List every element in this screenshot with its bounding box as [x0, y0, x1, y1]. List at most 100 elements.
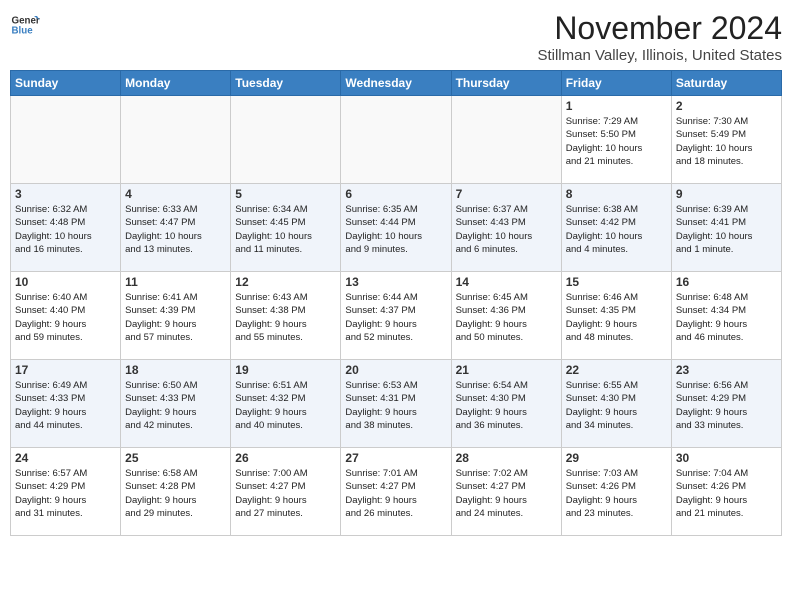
day-info: Sunrise: 6:39 AM Sunset: 4:41 PM Dayligh…: [676, 203, 777, 256]
calendar-cell: 22 Sunrise: 6:55 AM Sunset: 4:30 PM Dayli…: [561, 360, 671, 448]
calendar-cell: 11 Sunrise: 6:41 AM Sunset: 4:39 PM Dayli…: [121, 272, 231, 360]
day-number: 12: [235, 275, 336, 289]
day-number: 17: [15, 363, 116, 377]
day-number: 21: [456, 363, 557, 377]
title-area: November 2024 Stillman Valley, Illinois,…: [537, 10, 782, 64]
svg-text:Blue: Blue: [12, 25, 34, 36]
calendar-cell: 14 Sunrise: 6:45 AM Sunset: 4:36 PM Dayli…: [451, 272, 561, 360]
day-number: 9: [676, 187, 777, 201]
day-info: Sunrise: 7:29 AM Sunset: 5:50 PM Dayligh…: [566, 115, 667, 168]
day-number: 10: [15, 275, 116, 289]
calendar-cell: 9 Sunrise: 6:39 AM Sunset: 4:41 PM Daylig…: [671, 184, 781, 272]
logo-icon: General Blue: [10, 10, 40, 40]
col-header-saturday: Saturday: [671, 71, 781, 96]
col-header-thursday: Thursday: [451, 71, 561, 96]
day-number: 24: [15, 451, 116, 465]
calendar-cell: 21 Sunrise: 6:54 AM Sunset: 4:30 PM Dayli…: [451, 360, 561, 448]
day-info: Sunrise: 6:32 AM Sunset: 4:48 PM Dayligh…: [15, 203, 116, 256]
day-info: Sunrise: 6:33 AM Sunset: 4:47 PM Dayligh…: [125, 203, 226, 256]
day-number: 16: [676, 275, 777, 289]
day-info: Sunrise: 6:41 AM Sunset: 4:39 PM Dayligh…: [125, 291, 226, 344]
calendar-cell: 27 Sunrise: 7:01 AM Sunset: 4:27 PM Dayli…: [341, 448, 451, 536]
calendar-cell: [451, 96, 561, 184]
day-number: 1: [566, 99, 667, 113]
day-number: 4: [125, 187, 226, 201]
calendar-cell: [121, 96, 231, 184]
calendar-cell: 24 Sunrise: 6:57 AM Sunset: 4:29 PM Dayli…: [11, 448, 121, 536]
day-number: 26: [235, 451, 336, 465]
calendar-cell: 10 Sunrise: 6:40 AM Sunset: 4:40 PM Dayli…: [11, 272, 121, 360]
day-number: 23: [676, 363, 777, 377]
day-info: Sunrise: 6:58 AM Sunset: 4:28 PM Dayligh…: [125, 467, 226, 520]
month-title: November 2024: [537, 10, 782, 47]
day-info: Sunrise: 6:48 AM Sunset: 4:34 PM Dayligh…: [676, 291, 777, 344]
day-info: Sunrise: 6:56 AM Sunset: 4:29 PM Dayligh…: [676, 379, 777, 432]
calendar-cell: [341, 96, 451, 184]
day-info: Sunrise: 6:51 AM Sunset: 4:32 PM Dayligh…: [235, 379, 336, 432]
calendar-cell: 1 Sunrise: 7:29 AM Sunset: 5:50 PM Daylig…: [561, 96, 671, 184]
day-info: Sunrise: 6:49 AM Sunset: 4:33 PM Dayligh…: [15, 379, 116, 432]
day-number: 7: [456, 187, 557, 201]
calendar-cell: 2Sunrise: 7:30 AM Sunset: 5:49 PM Daylig…: [671, 96, 781, 184]
day-number: 28: [456, 451, 557, 465]
day-info: Sunrise: 6:38 AM Sunset: 4:42 PM Dayligh…: [566, 203, 667, 256]
logo: General Blue: [10, 10, 40, 40]
calendar-cell: 7 Sunrise: 6:37 AM Sunset: 4:43 PM Daylig…: [451, 184, 561, 272]
day-number: 19: [235, 363, 336, 377]
calendar-cell: [11, 96, 121, 184]
calendar-cell: 6 Sunrise: 6:35 AM Sunset: 4:44 PM Daylig…: [341, 184, 451, 272]
day-number: 3: [15, 187, 116, 201]
day-number: 5: [235, 187, 336, 201]
day-info: Sunrise: 7:04 AM Sunset: 4:26 PM Dayligh…: [676, 467, 777, 520]
calendar-cell: 26 Sunrise: 7:00 AM Sunset: 4:27 PM Dayli…: [231, 448, 341, 536]
col-header-friday: Friday: [561, 71, 671, 96]
day-info: Sunrise: 6:37 AM Sunset: 4:43 PM Dayligh…: [456, 203, 557, 256]
col-header-wednesday: Wednesday: [341, 71, 451, 96]
calendar-cell: 13Sunrise: 6:44 AM Sunset: 4:37 PM Dayli…: [341, 272, 451, 360]
day-info: Sunrise: 6:43 AM Sunset: 4:38 PM Dayligh…: [235, 291, 336, 344]
day-info: Sunrise: 7:30 AM Sunset: 5:49 PM Dayligh…: [676, 115, 777, 168]
day-info: Sunrise: 7:01 AM Sunset: 4:27 PM Dayligh…: [345, 467, 446, 520]
day-info: Sunrise: 6:46 AM Sunset: 4:35 PM Dayligh…: [566, 291, 667, 344]
calendar-cell: 15Sunrise: 6:46 AM Sunset: 4:35 PM Dayli…: [561, 272, 671, 360]
calendar-cell: 29Sunrise: 7:03 AM Sunset: 4:26 PM Dayli…: [561, 448, 671, 536]
col-header-sunday: Sunday: [11, 71, 121, 96]
calendar-cell: 20Sunrise: 6:53 AM Sunset: 4:31 PM Dayli…: [341, 360, 451, 448]
day-number: 11: [125, 275, 226, 289]
col-header-monday: Monday: [121, 71, 231, 96]
day-info: Sunrise: 6:54 AM Sunset: 4:30 PM Dayligh…: [456, 379, 557, 432]
day-number: 29: [566, 451, 667, 465]
day-info: Sunrise: 7:02 AM Sunset: 4:27 PM Dayligh…: [456, 467, 557, 520]
day-info: Sunrise: 6:57 AM Sunset: 4:29 PM Dayligh…: [15, 467, 116, 520]
day-info: Sunrise: 6:40 AM Sunset: 4:40 PM Dayligh…: [15, 291, 116, 344]
calendar-cell: 5Sunrise: 6:34 AM Sunset: 4:45 PM Daylig…: [231, 184, 341, 272]
day-info: Sunrise: 6:50 AM Sunset: 4:33 PM Dayligh…: [125, 379, 226, 432]
calendar-cell: 16 Sunrise: 6:48 AM Sunset: 4:34 PM Dayli…: [671, 272, 781, 360]
header: General Blue November 2024 Stillman Vall…: [10, 10, 782, 64]
day-info: Sunrise: 6:44 AM Sunset: 4:37 PM Dayligh…: [345, 291, 446, 344]
calendar-cell: 23 Sunrise: 6:56 AM Sunset: 4:29 PM Dayli…: [671, 360, 781, 448]
day-info: Sunrise: 6:35 AM Sunset: 4:44 PM Dayligh…: [345, 203, 446, 256]
calendar-cell: 28 Sunrise: 7:02 AM Sunset: 4:27 PM Dayli…: [451, 448, 561, 536]
day-number: 6: [345, 187, 446, 201]
calendar-cell: 8 Sunrise: 6:38 AM Sunset: 4:42 PM Daylig…: [561, 184, 671, 272]
day-number: 20: [345, 363, 446, 377]
day-number: 27: [345, 451, 446, 465]
day-number: 25: [125, 451, 226, 465]
day-number: 14: [456, 275, 557, 289]
day-info: Sunrise: 7:00 AM Sunset: 4:27 PM Dayligh…: [235, 467, 336, 520]
calendar-cell: 25 Sunrise: 6:58 AM Sunset: 4:28 PM Dayli…: [121, 448, 231, 536]
day-number: 8: [566, 187, 667, 201]
calendar-cell: 17 Sunrise: 6:49 AM Sunset: 4:33 PM Dayli…: [11, 360, 121, 448]
calendar-cell: [231, 96, 341, 184]
day-number: 30: [676, 451, 777, 465]
day-info: Sunrise: 6:55 AM Sunset: 4:30 PM Dayligh…: [566, 379, 667, 432]
day-number: 22: [566, 363, 667, 377]
day-info: Sunrise: 6:45 AM Sunset: 4:36 PM Dayligh…: [456, 291, 557, 344]
calendar-cell: 12 Sunrise: 6:43 AM Sunset: 4:38 PM Dayli…: [231, 272, 341, 360]
calendar-cell: 30 Sunrise: 7:04 AM Sunset: 4:26 PM Dayli…: [671, 448, 781, 536]
day-number: 18: [125, 363, 226, 377]
calendar-cell: 19 Sunrise: 6:51 AM Sunset: 4:32 PM Dayli…: [231, 360, 341, 448]
col-header-tuesday: Tuesday: [231, 71, 341, 96]
calendar-cell: 18 Sunrise: 6:50 AM Sunset: 4:33 PM Dayli…: [121, 360, 231, 448]
